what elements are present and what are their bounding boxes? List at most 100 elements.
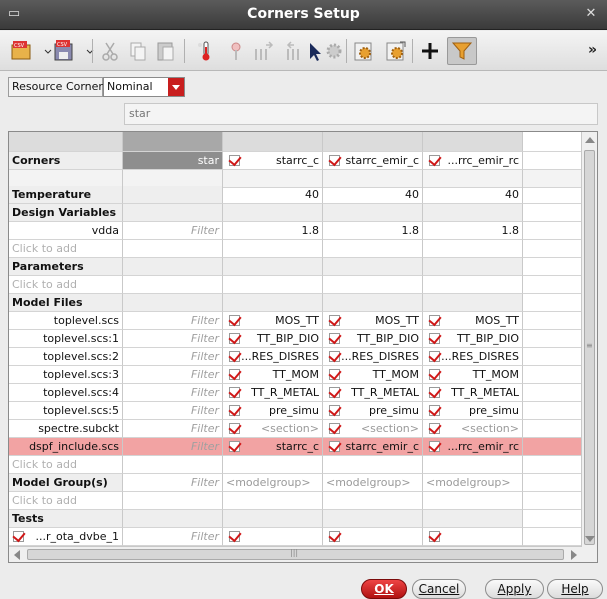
checkbox[interactable] bbox=[329, 405, 340, 416]
horizontal-scrollbar[interactable]: ||| bbox=[9, 546, 582, 562]
chevron-down-icon[interactable] bbox=[78, 39, 94, 63]
model-section-cell[interactable]: ...RES_DISRES bbox=[423, 348, 523, 366]
toolbar-overflow-icon[interactable]: » bbox=[588, 42, 597, 58]
add-icon[interactable] bbox=[418, 39, 442, 63]
model-section-cell[interactable]: ...RES_DISRES bbox=[223, 348, 323, 366]
csv-save-icon[interactable]: CSV bbox=[52, 39, 76, 63]
checkbox[interactable] bbox=[329, 351, 340, 362]
chevron-down-icon[interactable] bbox=[36, 39, 52, 63]
filter-cell[interactable]: Filter bbox=[123, 366, 223, 384]
corners-filter[interactable]: star bbox=[123, 152, 223, 170]
close-icon[interactable]: ✕ bbox=[583, 6, 599, 22]
scroll-right-icon[interactable] bbox=[571, 550, 577, 560]
checkbox[interactable] bbox=[429, 351, 440, 362]
corner-column[interactable]: starrc_emir_c bbox=[323, 152, 423, 170]
checkbox[interactable] bbox=[329, 531, 340, 542]
model-section-cell[interactable]: TT_BIP_DIO bbox=[423, 330, 523, 348]
paste-icon[interactable] bbox=[154, 39, 178, 63]
apply-button[interactable]: Apply bbox=[485, 579, 544, 599]
filter-icon[interactable] bbox=[447, 37, 477, 65]
checkbox[interactable] bbox=[429, 405, 440, 416]
checkbox[interactable] bbox=[429, 369, 440, 380]
corner-column[interactable]: ...rrc_emir_rc bbox=[423, 152, 523, 170]
var-remove-icon[interactable] bbox=[282, 39, 306, 63]
model-section-cell[interactable]: MOS_TT bbox=[323, 312, 423, 330]
model-section-cell[interactable]: pre_simu bbox=[423, 402, 523, 420]
chevron-down-icon[interactable] bbox=[168, 78, 184, 96]
cut-icon[interactable] bbox=[98, 39, 122, 63]
model-section-cell[interactable]: <section> bbox=[423, 420, 523, 438]
vertical-scroll-thumb[interactable]: ≡ bbox=[584, 150, 595, 545]
model-section-cell[interactable]: MOS_TT bbox=[223, 312, 323, 330]
click-to-add[interactable]: Click to add bbox=[9, 456, 123, 474]
checkbox[interactable] bbox=[429, 155, 440, 166]
checkbox[interactable] bbox=[229, 423, 240, 434]
filter-cell[interactable]: Filter bbox=[123, 420, 223, 438]
scroll-down-icon[interactable] bbox=[585, 536, 595, 542]
model-section-cell[interactable]: pre_simu bbox=[323, 402, 423, 420]
var-add-icon[interactable] bbox=[252, 39, 276, 63]
csv-open-icon[interactable]: CSV bbox=[10, 39, 34, 63]
checkbox[interactable] bbox=[229, 387, 240, 398]
param-icon[interactable] bbox=[224, 39, 248, 63]
checkbox[interactable] bbox=[229, 369, 240, 380]
checkbox[interactable] bbox=[229, 405, 240, 416]
model-section-cell[interactable]: starrc_emir_c bbox=[323, 438, 423, 456]
filter-cell[interactable]: Filter bbox=[123, 384, 223, 402]
model-section-cell[interactable]: TT_MOM bbox=[223, 366, 323, 384]
filter-cell[interactable]: Filter bbox=[123, 402, 223, 420]
model-section-cell[interactable]: TT_R_METAL bbox=[223, 384, 323, 402]
ok-button[interactable]: OK bbox=[361, 579, 407, 599]
gear-icon[interactable] bbox=[322, 39, 346, 63]
filter-cell[interactable]: Filter bbox=[123, 330, 223, 348]
checkbox[interactable] bbox=[229, 315, 240, 326]
settings-icon[interactable] bbox=[352, 39, 376, 63]
horizontal-scroll-thumb[interactable]: ||| bbox=[27, 548, 564, 560]
model-section-cell[interactable]: TT_BIP_DIO bbox=[323, 330, 423, 348]
checkbox[interactable] bbox=[229, 441, 240, 452]
corner-column[interactable]: starrc_c bbox=[223, 152, 323, 170]
checkbox[interactable] bbox=[329, 369, 340, 380]
scroll-up-icon[interactable] bbox=[585, 137, 595, 143]
model-section-cell[interactable]: ...rrc_emir_rc bbox=[423, 438, 523, 456]
checkbox[interactable] bbox=[13, 531, 24, 542]
model-section-cell[interactable]: ...RES_DISRES bbox=[323, 348, 423, 366]
checkbox[interactable] bbox=[429, 387, 440, 398]
model-section-cell[interactable]: TT_R_METAL bbox=[423, 384, 523, 402]
checkbox[interactable] bbox=[229, 531, 240, 542]
export-settings-icon[interactable] bbox=[384, 39, 408, 63]
temperature-icon[interactable] bbox=[194, 39, 218, 63]
filter-cell[interactable]: Filter bbox=[123, 438, 223, 456]
checkbox[interactable] bbox=[229, 155, 240, 166]
checkbox[interactable] bbox=[329, 441, 340, 452]
vertical-scrollbar[interactable]: ≡ bbox=[581, 132, 597, 562]
filter-cell[interactable]: Filter bbox=[123, 312, 223, 330]
checkbox[interactable] bbox=[429, 531, 440, 542]
checkbox[interactable] bbox=[329, 155, 340, 166]
help-button[interactable]: Help bbox=[547, 579, 603, 599]
click-to-add[interactable]: Click to add bbox=[9, 492, 123, 510]
checkbox[interactable] bbox=[429, 423, 440, 434]
checkbox[interactable] bbox=[329, 387, 340, 398]
filter-cell[interactable]: Filter bbox=[123, 348, 223, 366]
model-section-cell[interactable]: <section> bbox=[223, 420, 323, 438]
model-section-cell[interactable]: <section> bbox=[323, 420, 423, 438]
checkbox[interactable] bbox=[329, 333, 340, 344]
checkbox[interactable] bbox=[329, 423, 340, 434]
checkbox[interactable] bbox=[429, 315, 440, 326]
model-section-cell[interactable]: TT_BIP_DIO bbox=[223, 330, 323, 348]
model-section-cell[interactable]: TT_MOM bbox=[323, 366, 423, 384]
model-section-cell[interactable]: pre_simu bbox=[223, 402, 323, 420]
scroll-left-icon[interactable] bbox=[14, 550, 20, 560]
model-section-cell[interactable]: MOS_TT bbox=[423, 312, 523, 330]
checkbox[interactable] bbox=[229, 333, 240, 344]
checkbox[interactable] bbox=[429, 441, 440, 452]
copy-icon[interactable] bbox=[126, 39, 150, 63]
cancel-button[interactable]: Cancel bbox=[412, 579, 466, 599]
model-section-cell[interactable]: TT_R_METAL bbox=[323, 384, 423, 402]
checkbox[interactable] bbox=[229, 351, 240, 362]
search-input[interactable]: star bbox=[124, 103, 598, 125]
click-to-add[interactable]: Click to add bbox=[9, 276, 123, 294]
model-section-cell[interactable]: starrc_c bbox=[223, 438, 323, 456]
test-row-label[interactable]: ...r_ota_dvbe_1 bbox=[9, 528, 123, 546]
